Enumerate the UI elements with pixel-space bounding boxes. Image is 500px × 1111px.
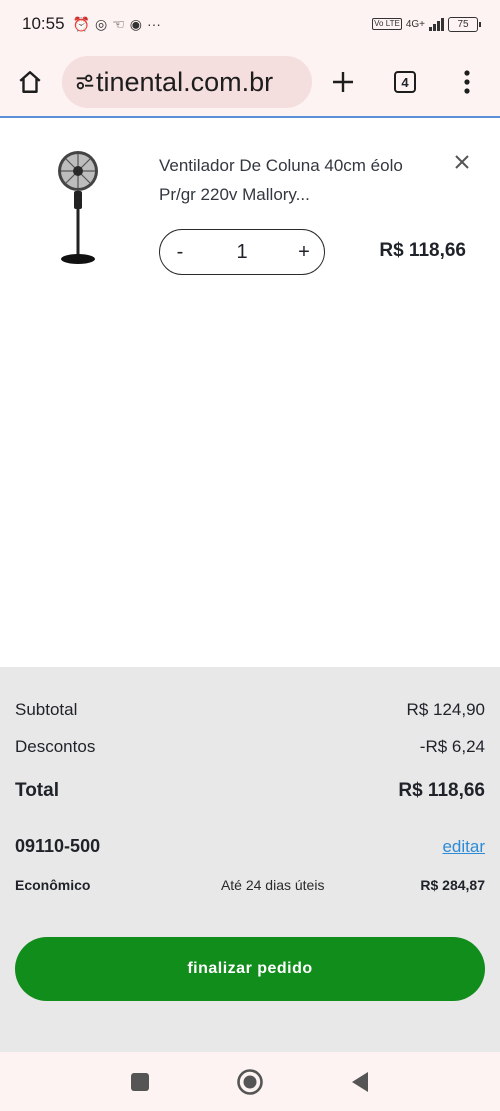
subtotal-row: Subtotal R$ 124,90 bbox=[15, 700, 485, 720]
remove-item-button[interactable] bbox=[450, 150, 474, 174]
network-type: 4G+ bbox=[405, 18, 425, 30]
product-name[interactable]: Ventilador De Coluna 40cm éolo Pr/gr 220… bbox=[159, 151, 419, 209]
browser-menu-button[interactable] bbox=[436, 52, 498, 112]
cart-item: Ventilador De Coluna 40cm éolo Pr/gr 220… bbox=[0, 118, 500, 308]
site-settings-icon[interactable] bbox=[72, 69, 98, 95]
quantity-value[interactable]: 1 bbox=[200, 241, 284, 264]
tab-switcher-button[interactable]: 4 bbox=[374, 52, 436, 112]
discount-row: Descontos -R$ 6,24 bbox=[15, 737, 485, 757]
more-notifications-icon: ··· bbox=[146, 16, 161, 32]
battery-level: 75 bbox=[457, 18, 469, 30]
checkout-button[interactable]: finalizar pedido bbox=[15, 937, 485, 1001]
close-icon bbox=[455, 155, 469, 169]
home-button[interactable] bbox=[0, 52, 60, 112]
plus-icon bbox=[333, 72, 353, 92]
home-nav-button[interactable] bbox=[220, 1057, 280, 1107]
item-price: R$ 118,66 bbox=[379, 240, 466, 261]
url-text: tinental.com.br bbox=[96, 66, 274, 97]
recents-button[interactable] bbox=[110, 1057, 170, 1107]
circle-icon bbox=[237, 1068, 263, 1095]
whatsapp-icon: ◎ bbox=[94, 15, 108, 32]
more-vert-icon bbox=[464, 70, 470, 94]
decrease-quantity-button[interactable]: - bbox=[160, 230, 200, 274]
browser-toolbar: tinental.com.br 4 bbox=[0, 48, 500, 116]
shipping-option[interactable]: Econômico Até 24 dias úteis R$ 284,87 bbox=[15, 877, 485, 893]
discount-label: Descontos bbox=[15, 737, 96, 756]
cep-row: 09110-500 editar bbox=[15, 836, 485, 857]
hand-icon: ☜ bbox=[112, 15, 125, 32]
address-bar[interactable]: tinental.com.br bbox=[62, 56, 312, 108]
subtotal-value: R$ 124,90 bbox=[406, 700, 485, 719]
order-summary: Subtotal R$ 124,90 Descontos -R$ 6,24 To… bbox=[0, 667, 500, 1052]
discount-value: -R$ 6,24 bbox=[419, 737, 485, 756]
battery-icon: 75 bbox=[448, 16, 481, 32]
chrome-icon: ◉ bbox=[129, 15, 142, 32]
quantity-stepper: - 1 + bbox=[159, 229, 325, 275]
signal-icon bbox=[429, 17, 444, 31]
status-time: 10:55 bbox=[22, 14, 65, 33]
home-icon bbox=[19, 71, 41, 93]
system-status: Vo LTE 4G+ 75 bbox=[372, 16, 481, 32]
total-label: Total bbox=[15, 780, 59, 801]
back-button[interactable] bbox=[330, 1057, 390, 1107]
square-icon bbox=[131, 1072, 149, 1091]
system-nav-bar bbox=[0, 1052, 500, 1111]
total-row: Total R$ 118,66 bbox=[15, 780, 485, 802]
subtotal-label: Subtotal bbox=[15, 700, 78, 719]
volte-icon: Vo LTE bbox=[372, 18, 402, 30]
increase-quantity-button[interactable]: + bbox=[284, 230, 324, 274]
shipping-time: Até 24 dias úteis bbox=[220, 877, 325, 893]
back-triangle-icon bbox=[352, 1071, 368, 1092]
notification-icons: ⏰ ◎ ☜ ◉ ··· bbox=[73, 16, 161, 33]
edit-cep-link[interactable]: editar bbox=[442, 837, 485, 857]
new-tab-button[interactable] bbox=[312, 52, 374, 112]
status-bar: 10:55 ⏰ ◎ ☜ ◉ ··· Vo LTE 4G+ 75 bbox=[0, 0, 500, 48]
shipping-name: Econômico bbox=[15, 877, 91, 893]
tab-count: 4 bbox=[394, 71, 416, 93]
alarm-icon: ⏰ bbox=[72, 15, 90, 32]
product-image[interactable] bbox=[40, 150, 120, 272]
shipping-price: R$ 284,87 bbox=[420, 877, 485, 893]
total-value: R$ 118,66 bbox=[398, 780, 485, 801]
cep-value: 09110-500 bbox=[15, 836, 101, 856]
